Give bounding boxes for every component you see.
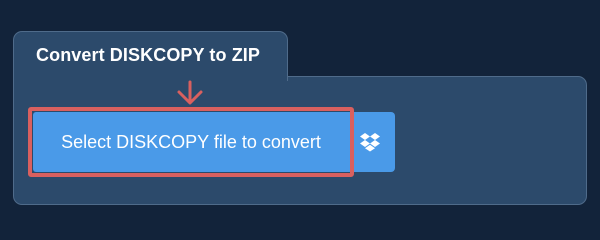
dropbox-button[interactable] [344, 112, 395, 172]
select-file-button[interactable]: Select DISKCOPY file to convert [33, 112, 349, 172]
converter-tab: Convert DISKCOPY to ZIP [13, 31, 288, 81]
arrow-down-icon [177, 80, 203, 105]
page: Convert DISKCOPY to ZIP Select DISKCOPY … [0, 0, 600, 230]
tab-panel-seam [14, 75, 287, 78]
converter-title: Convert DISKCOPY to ZIP [36, 45, 260, 65]
dropbox-icon [359, 133, 380, 152]
